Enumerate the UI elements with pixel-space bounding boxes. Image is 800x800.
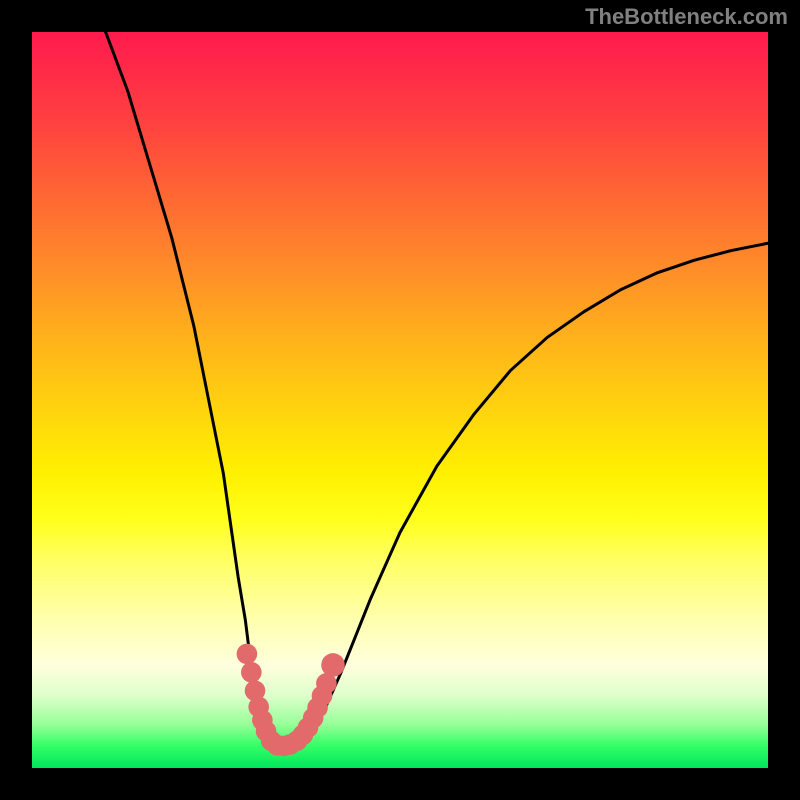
data-markers [237,644,345,757]
curve-lines [106,32,768,746]
marker-0 [237,644,258,665]
marker-17 [321,653,345,677]
curve-svg [32,32,768,768]
curve-left-branch [106,32,283,746]
marker-1 [241,662,262,683]
plot-area [32,32,768,768]
curve-right-branch [282,243,768,746]
watermark-text: TheBottleneck.com [585,4,788,30]
